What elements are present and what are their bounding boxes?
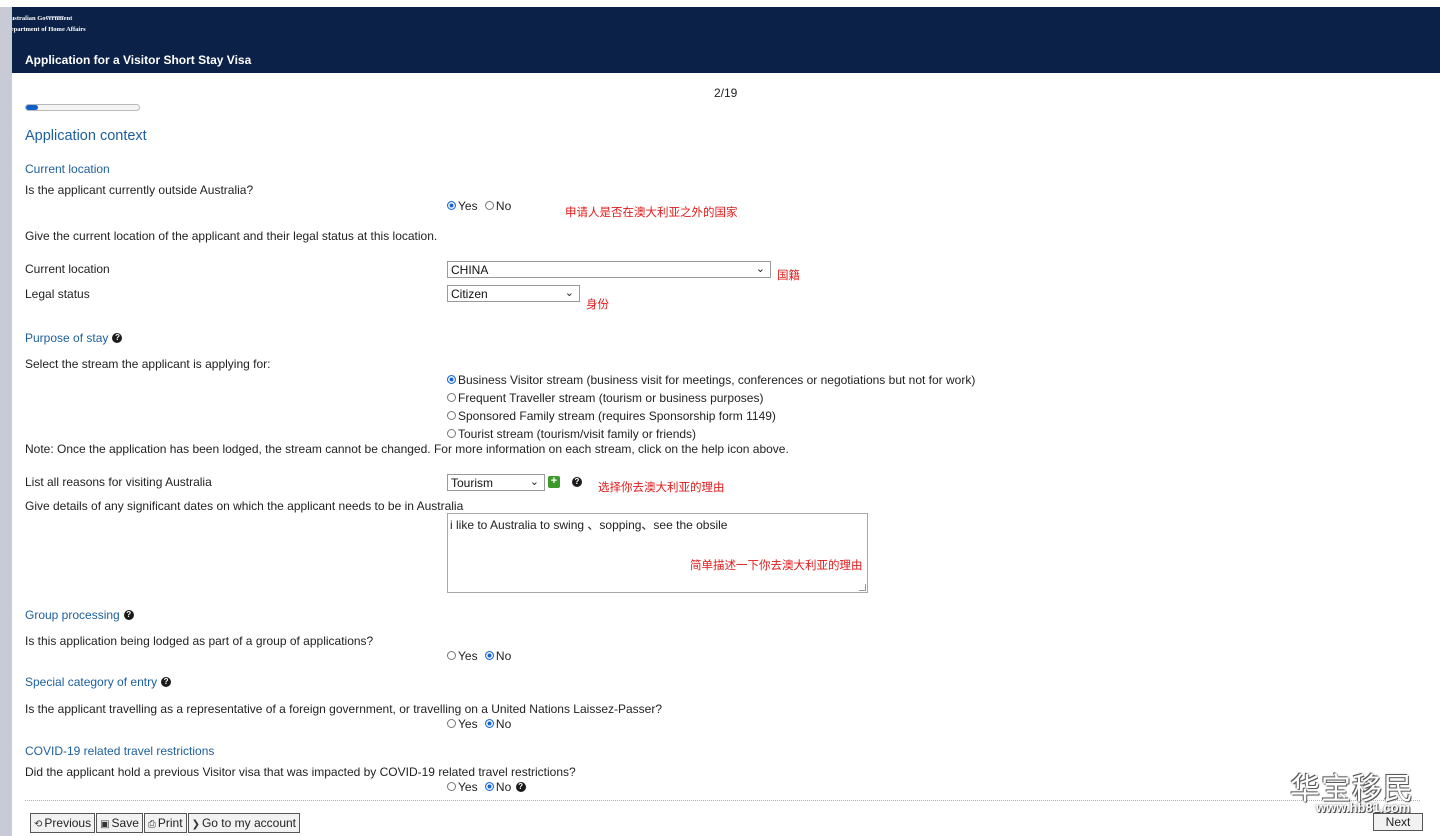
radio-yes[interactable] xyxy=(447,651,456,660)
add-reason-button[interactable]: + xyxy=(548,476,560,488)
reasons-select[interactable]: Tourism ⌄ xyxy=(447,474,545,491)
annotation-nationality: 国籍 xyxy=(777,270,800,282)
section-title-covid: COVID-19 related travel restrictions xyxy=(25,744,215,758)
annotation-status: 身份 xyxy=(586,299,609,311)
radio-sponsored[interactable] xyxy=(447,411,456,420)
previous-icon: ⟲ xyxy=(34,819,43,830)
annotation-dates: 简单描述一下你去澳大利亚的理由 xyxy=(690,560,863,572)
save-icon: ▣ xyxy=(100,819,110,830)
radio-no-selected[interactable] xyxy=(484,719,494,728)
outside-australia-no[interactable]: No xyxy=(484,199,511,213)
section-title-purpose: Purpose of stay? xyxy=(25,331,123,345)
print-icon: ⎙ xyxy=(147,819,156,830)
radio-no-selected[interactable] xyxy=(484,651,494,660)
stream-option-sponsored[interactable]: Sponsored Family stream (requires Sponso… xyxy=(447,409,776,423)
annotation-reasons: 选择你去澳大利亚的理由 xyxy=(598,482,725,494)
special-no[interactable]: No xyxy=(484,717,511,731)
covid-no[interactable]: No xyxy=(484,780,511,794)
radio-tourist[interactable] xyxy=(447,429,456,438)
stream-question: Select the stream the applicant is apply… xyxy=(25,357,271,371)
stream-option-tourist[interactable]: Tourist stream (tourism/visit family or … xyxy=(447,427,696,441)
progress-fill xyxy=(26,105,38,110)
covid-question: Did the applicant hold a previous Visito… xyxy=(25,765,576,779)
crest-icon xyxy=(46,11,64,17)
special-yes[interactable]: Yes xyxy=(447,717,478,731)
help-icon[interactable]: ? xyxy=(515,782,526,792)
special-radio-group: Yes No xyxy=(447,717,511,731)
legal-status-select[interactable]: Citizen ⌄ xyxy=(447,285,580,302)
app-title: Application for a Visitor Short Stay Vis… xyxy=(25,53,252,67)
chevron-down-icon: ⌄ xyxy=(529,476,539,488)
chevron-down-icon: ⌄ xyxy=(564,287,574,299)
section-title-special: Special category of entry? xyxy=(25,675,172,689)
location-instruction: Give the current location of the applica… xyxy=(25,229,438,243)
covid-yes[interactable]: Yes xyxy=(447,780,478,794)
stream-option-frequent[interactable]: Frequent Traveller stream (tourism or bu… xyxy=(447,391,763,405)
footer-separator xyxy=(25,800,1420,801)
outside-australia-question: Is the applicant currently outside Austr… xyxy=(25,183,254,197)
radio-no-selected[interactable] xyxy=(484,782,494,791)
annotation-outside-australia: 申请人是否在澳大利亚之外的国家 xyxy=(565,207,738,219)
left-sidebar-strip xyxy=(0,7,12,836)
page-title: Application context xyxy=(25,128,147,144)
stream-option-business[interactable]: Business Visitor stream (business visit … xyxy=(447,373,975,387)
radio-yes[interactable] xyxy=(447,719,456,728)
help-icon[interactable]: ? xyxy=(112,333,123,343)
section-title-current-location: Current location xyxy=(25,162,110,176)
section-title-group: Group processing? xyxy=(25,608,134,622)
print-button[interactable]: ⎙ Print xyxy=(143,813,187,833)
special-question: Is the applicant travelling as a represe… xyxy=(25,702,663,716)
help-icon[interactable]: ? xyxy=(572,477,582,487)
previous-button[interactable]: ⟲ Previous xyxy=(30,813,96,833)
group-yes[interactable]: Yes xyxy=(447,649,478,663)
chevron-down-icon: ⌄ xyxy=(755,263,765,275)
top-gap xyxy=(0,0,1440,7)
stream-note: Note: Once the application has been lodg… xyxy=(25,442,789,456)
outside-australia-radio-group: Yes No xyxy=(447,199,511,213)
chevron-right-icon: ❯ xyxy=(191,819,200,830)
radio-yes-selected[interactable] xyxy=(447,201,456,210)
help-icon[interactable]: ? xyxy=(161,677,172,687)
radio-frequent[interactable] xyxy=(447,393,456,402)
radio-yes[interactable] xyxy=(447,782,456,791)
government-logo: Australian Government Department of Home… xyxy=(6,13,86,35)
reasons-label: List all reasons for visiting Australia xyxy=(25,475,212,489)
go-to-account-button[interactable]: ❯ Go to my account xyxy=(187,813,301,833)
current-location-select[interactable]: CHINA ⌄ xyxy=(447,261,771,278)
site-header: Australian Government Department of Home… xyxy=(0,7,1440,73)
significant-dates-label: Give details of any significant dates on… xyxy=(25,499,464,513)
significant-dates-textarea[interactable]: i like to Australia to swing 、sopping、se… xyxy=(447,513,868,593)
outside-australia-yes[interactable]: Yes xyxy=(447,199,478,213)
legal-status-label: Legal status xyxy=(25,287,90,301)
footer-toolbar: ⟲ Previous ▣ Save ⎙ Print ❯ Go to my account xyxy=(30,813,301,833)
current-location-label: Current location xyxy=(25,262,110,276)
group-no[interactable]: No xyxy=(484,649,511,663)
group-radio-group: Yes No xyxy=(447,649,511,663)
next-button[interactable]: Next xyxy=(1373,813,1423,831)
radio-business-selected[interactable] xyxy=(447,375,456,384)
gov-line-2: Department of Home Affairs xyxy=(6,26,86,33)
watermark-url: www.hb81.com xyxy=(1316,800,1411,815)
covid-radio-group: Yes No ? xyxy=(447,780,526,794)
progress-label: 2/19 xyxy=(714,86,738,100)
radio-no[interactable] xyxy=(484,201,494,210)
reasons-help-wrap: ? xyxy=(568,475,582,489)
progress-bar xyxy=(25,104,140,111)
resize-handle-icon[interactable] xyxy=(859,584,866,591)
group-question: Is this application being lodged as part… xyxy=(25,634,374,648)
save-button[interactable]: ▣ Save xyxy=(96,813,143,833)
help-icon[interactable]: ? xyxy=(123,610,134,620)
